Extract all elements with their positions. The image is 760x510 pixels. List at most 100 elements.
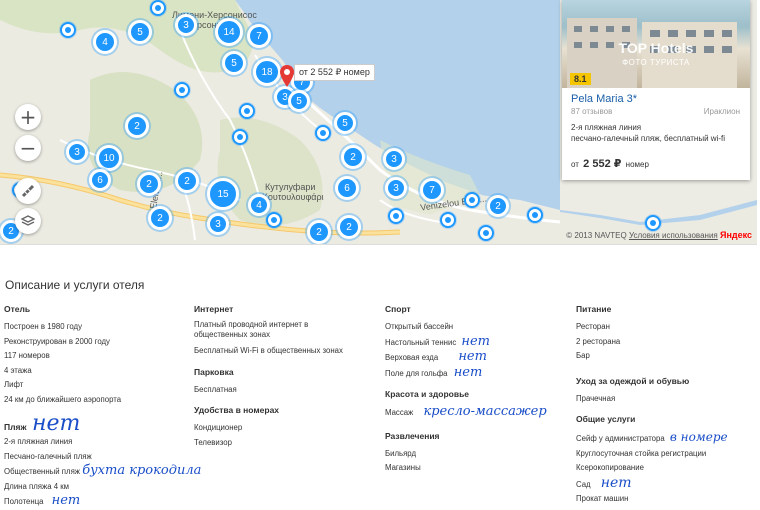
zoom-out-button[interactable]: − — [15, 135, 41, 161]
beauty-items: Массаж кресло-массажер — [385, 404, 570, 421]
map-cluster[interactable]: 6 — [335, 176, 359, 200]
map-hotel-marker[interactable] — [315, 125, 331, 141]
map-town-label-greek: Κουτουλουφάρι — [262, 192, 324, 202]
map-cluster[interactable]: 5 — [334, 112, 356, 134]
map-cluster[interactable]: 4 — [93, 30, 117, 54]
food-items: Ресторан 2 ресторана Бар — [576, 320, 760, 364]
group-title-common: Общие услуги — [576, 414, 636, 424]
copyright-text: © 2013 NAVTEQ — [566, 231, 627, 240]
amenity-item: Ресторан — [576, 322, 610, 331]
map-cluster[interactable]: 2 — [307, 220, 331, 244]
amenity-item: 2-я пляжная линия — [4, 437, 73, 446]
reviews-count[interactable]: 87 отзывов — [571, 107, 612, 116]
map-cluster[interactable]: 5 — [128, 20, 152, 44]
amenity-text: Общественный пляж — [4, 467, 81, 476]
group-title-hotel: Отель — [4, 304, 31, 314]
map-hotel-marker[interactable] — [239, 103, 255, 119]
map-cluster[interactable]: 10 — [96, 145, 122, 171]
hotel-items: Построен в 1980 году Реконструирован в 2… — [4, 320, 189, 407]
map-hotel-marker[interactable] — [388, 208, 404, 224]
amenity-item: общественных зонах — [194, 330, 270, 339]
map-hotel-marker[interactable] — [60, 22, 76, 38]
hotel-photo[interactable]: TOP Hotels ФОТО ТУРИСТА 8.1 — [562, 0, 750, 88]
map-cluster[interactable]: 3 — [383, 148, 405, 170]
amenities-column-hotel: Отель Построен в 1980 году Реконструиров… — [4, 304, 201, 510]
hotel-name-link[interactable]: Pela Maria 3* — [571, 93, 637, 105]
map-hotel-marker[interactable] — [266, 212, 282, 228]
map-cluster[interactable]: 2 — [175, 169, 199, 193]
terms-link[interactable]: Условия использования — [629, 231, 718, 240]
photo-watermark: TOP Hotels — [618, 40, 694, 56]
map-hotel-marker[interactable] — [440, 212, 456, 228]
amenity-text: Массаж — [385, 408, 414, 417]
map-cluster[interactable]: 14 — [215, 18, 243, 46]
price-value: 2 552 ₽ — [583, 158, 622, 170]
map-cluster[interactable]: 2 — [137, 172, 161, 196]
map-cluster[interactable]: 6 — [89, 169, 111, 191]
amenity-item: Прокат машин — [576, 494, 629, 503]
hotel-city: Ираклион — [703, 107, 740, 116]
map-pin-icon[interactable] — [280, 65, 294, 89]
amenity-item: Кондиционер — [194, 423, 243, 432]
amenity-item: Бесплатная — [194, 384, 237, 394]
map-cluster[interactable]: 2 — [487, 195, 509, 217]
amenity-item: 4 этажа — [4, 365, 32, 375]
map-cluster[interactable]: 3 — [385, 177, 407, 199]
handwritten-note: в номере — [669, 430, 728, 444]
map-cluster[interactable]: 3 — [66, 141, 88, 163]
map-hotel-marker[interactable] — [150, 0, 166, 16]
map-cluster[interactable]: 7 — [247, 24, 271, 48]
amenity-text: Сейф у администратора — [576, 434, 665, 443]
amenity-text: Полотенца — [4, 497, 44, 506]
laundry-items: Прачечная — [576, 392, 760, 407]
amenity-item: Поле для гольфа нет — [385, 365, 570, 382]
map-hotel-marker[interactable] — [478, 225, 494, 241]
amenity-item: Верховая езда нет — [385, 349, 570, 366]
group-title-laundry: Уход за одеждой и обувью — [576, 375, 690, 386]
rating-badge: 8.1 — [570, 73, 591, 85]
map-cluster[interactable]: 2 — [148, 206, 172, 230]
amenity-item: Телевизор — [194, 437, 232, 447]
amenity-item: 2 ресторана — [576, 336, 621, 346]
amenity-item: Магазины — [385, 463, 421, 472]
amenity-item: Бар — [576, 351, 590, 360]
amenities-column-sport: Спорт Открытый бассейн Настольный теннис… — [385, 304, 570, 484]
hotel-card[interactable]: TOP Hotels ФОТО ТУРИСТА 8.1 Pela Maria 3… — [562, 0, 750, 180]
amenity-item: 24 км до ближайшего аэропорта — [4, 394, 122, 404]
map-cluster[interactable]: 5 — [288, 90, 310, 112]
hotel-feature: 2-я пляжная линия — [571, 123, 642, 132]
map-cluster[interactable]: 2 — [337, 215, 361, 239]
amenity-item: Полотенца нет — [4, 493, 189, 510]
map-hotel-marker[interactable] — [464, 192, 480, 208]
map-cluster[interactable]: 5 — [222, 51, 246, 75]
ruler-button[interactable] — [15, 178, 41, 204]
map-cluster[interactable]: 18 — [253, 58, 281, 86]
layers-button[interactable] — [15, 208, 41, 234]
map-cluster[interactable]: 3 — [175, 14, 197, 36]
map-hotel-marker[interactable] — [527, 207, 543, 223]
group-title-sport: Спорт — [385, 304, 411, 314]
amenity-item: Настольный теннис нет — [385, 334, 570, 351]
handwritten-note: нет — [600, 474, 632, 491]
map-pin-price[interactable]: от 2 552 ₽ номер — [294, 64, 375, 81]
amenity-text: Верховая езда — [385, 353, 439, 362]
map-hotel-marker[interactable] — [232, 129, 248, 145]
parking-items: Бесплатная — [194, 383, 379, 398]
map-hotel-marker[interactable] — [645, 215, 661, 231]
amenities-column-food: Питание Ресторан 2 ресторана Бар Уход за… — [576, 304, 760, 510]
map-cluster[interactable]: 2 — [125, 114, 149, 138]
group-title-internet: Интернет — [194, 304, 234, 314]
map-cluster[interactable]: 4 — [248, 194, 270, 216]
hotel-feature: песчано-галечный пляж, бесплатный wi-fi — [571, 134, 725, 143]
map-copyright: © 2013 NAVTEQ Условия использования Янде… — [566, 230, 752, 240]
price-suffix: номер — [625, 160, 649, 169]
map-cluster[interactable]: 2 — [341, 145, 365, 169]
amenity-item: Бесплатный Wi-Fi в общественных зонах — [194, 346, 343, 355]
map-cluster[interactable]: 7 — [420, 178, 444, 202]
map-cluster[interactable]: 15 — [207, 178, 239, 210]
amenity-item: Платный проводной интернет в — [194, 320, 309, 329]
map-cluster[interactable]: 3 — [207, 213, 229, 235]
amenity-item: 117 номеров — [4, 351, 50, 360]
map-hotel-marker[interactable] — [174, 82, 190, 98]
zoom-in-button[interactable]: + — [15, 104, 41, 130]
